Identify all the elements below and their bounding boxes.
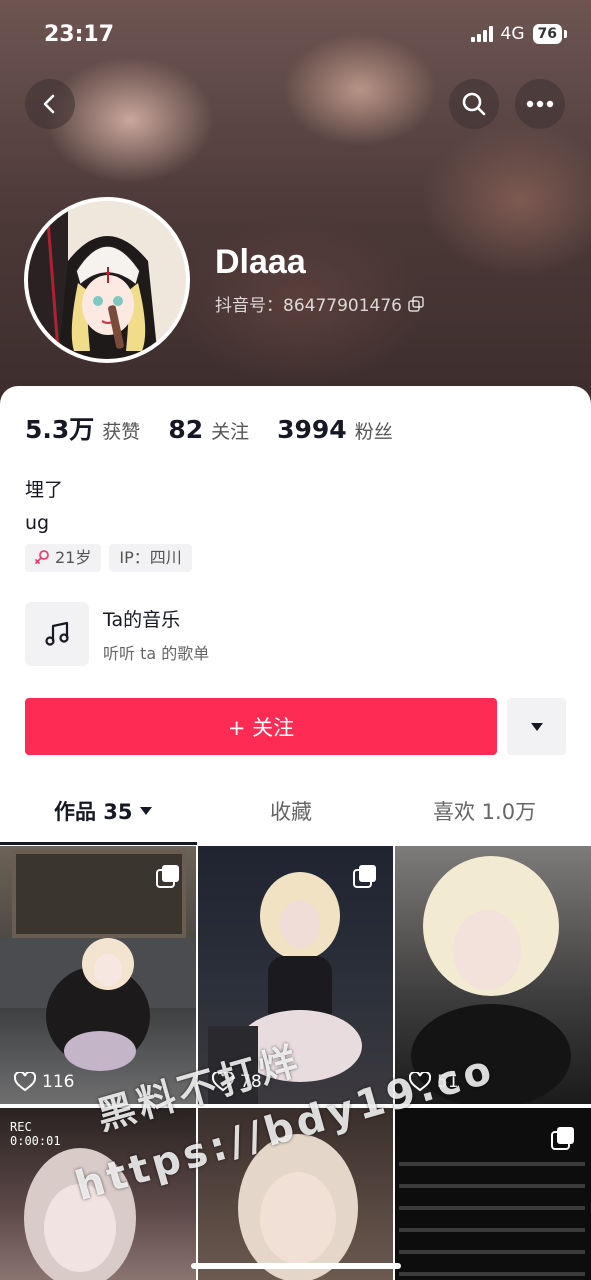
music-entry[interactable]: Ta的音乐 听听 ta 的歌单 bbox=[25, 602, 209, 666]
like-count: 116 bbox=[14, 1072, 74, 1092]
copy-icon[interactable] bbox=[408, 295, 424, 312]
chevron-left-icon bbox=[43, 94, 55, 114]
video-thumbnail[interactable] bbox=[198, 1108, 393, 1280]
content-tabs: 作品 35 收藏 喜欢 1.0万 bbox=[0, 788, 591, 845]
stat-value: 82 bbox=[168, 415, 204, 444]
battery-tip bbox=[564, 30, 567, 38]
search-button[interactable] bbox=[449, 79, 499, 129]
stat-following[interactable]: 82 关注 bbox=[168, 415, 249, 444]
tab-works[interactable]: 作品 35 bbox=[54, 796, 153, 826]
multi-photo-icon bbox=[353, 865, 376, 888]
video-thumbnail[interactable]: 78 bbox=[198, 846, 393, 1104]
music-title: Ta的音乐 bbox=[103, 608, 181, 631]
stat-label: 获赞 bbox=[102, 421, 141, 443]
battery-icon: 76 bbox=[532, 24, 562, 44]
douyin-id-row: 抖音号：86477901476 bbox=[215, 291, 424, 316]
stat-label: 关注 bbox=[211, 421, 250, 443]
tab-label: 喜欢 1.0万 bbox=[433, 800, 537, 824]
video-thumbnail[interactable]: 51 bbox=[395, 846, 591, 1104]
avatar[interactable] bbox=[24, 197, 190, 363]
stat-label: 粉丝 bbox=[354, 421, 393, 443]
tab-likes[interactable]: 喜欢 1.0万 bbox=[433, 796, 536, 826]
more-icon bbox=[526, 100, 554, 108]
music-text: Ta的音乐 听听 ta 的歌单 bbox=[103, 605, 209, 664]
caret-down-icon bbox=[530, 722, 543, 731]
stats-row: 5.3万 获赞 82 关注 3994 粉丝 bbox=[25, 410, 393, 446]
music-note-icon bbox=[45, 621, 69, 646]
signal-icon bbox=[470, 26, 493, 42]
ip-tag: IP：四川 bbox=[109, 544, 192, 572]
video-grid: 116 78 51 REC 0:00:01 bbox=[0, 846, 591, 1280]
multi-photo-icon bbox=[551, 1127, 574, 1150]
rec-label: REC bbox=[10, 1120, 32, 1134]
stat-value: 3994 bbox=[277, 415, 347, 444]
recommend-dropdown-button[interactable] bbox=[507, 698, 566, 755]
rec-time: 0:00:01 bbox=[10, 1134, 61, 1148]
back-button[interactable] bbox=[25, 79, 75, 129]
status-indicators: 4G 76 bbox=[470, 24, 567, 44]
video-thumbnail[interactable]: REC 0:00:01 bbox=[0, 1108, 196, 1280]
douyin-id: 抖音号：86477901476 bbox=[215, 296, 402, 316]
stat-value: 5.3万 bbox=[25, 415, 95, 444]
active-tab-indicator bbox=[0, 842, 197, 845]
like-count-value: 116 bbox=[42, 1072, 75, 1092]
home-indicator[interactable] bbox=[191, 1263, 401, 1269]
like-count-value: 78 bbox=[240, 1072, 262, 1092]
like-count: 78 bbox=[212, 1072, 262, 1092]
follow-button[interactable]: + 关注 bbox=[25, 698, 497, 755]
status-time: 23:17 bbox=[44, 22, 115, 47]
bio: 埋了 ug bbox=[25, 474, 63, 540]
age-tag: 21岁 bbox=[25, 544, 102, 572]
tab-label: 作品 35 bbox=[54, 800, 133, 824]
heart-icon bbox=[212, 1072, 234, 1092]
like-count-value: 51 bbox=[437, 1072, 459, 1092]
like-count: 51 bbox=[409, 1072, 459, 1092]
ip-label: IP：四川 bbox=[119, 548, 182, 567]
stat-likes[interactable]: 5.3万 获赞 bbox=[25, 410, 140, 446]
video-thumbnail[interactable] bbox=[395, 1108, 591, 1280]
avatar-illustration bbox=[28, 201, 186, 359]
music-icon-box bbox=[25, 602, 89, 666]
age-label: 21岁 bbox=[55, 548, 92, 567]
female-icon bbox=[35, 550, 49, 564]
bio-line: ug bbox=[25, 512, 50, 534]
video-thumbnail[interactable]: 116 bbox=[0, 846, 196, 1104]
thumbnail-art bbox=[411, 856, 571, 1104]
recording-indicator: REC 0:00:01 bbox=[10, 1120, 61, 1148]
profile-tags: 21岁 IP：四川 bbox=[25, 544, 192, 572]
multi-photo-icon bbox=[156, 865, 179, 888]
tab-favorites[interactable]: 收藏 bbox=[270, 796, 312, 826]
heart-icon bbox=[14, 1072, 36, 1092]
heart-icon bbox=[409, 1072, 431, 1092]
caret-down-icon bbox=[139, 807, 152, 815]
nickname: Dlaaa bbox=[215, 243, 306, 281]
more-button[interactable] bbox=[515, 79, 565, 129]
thumbnail-art bbox=[238, 1134, 358, 1280]
bio-line: 埋了 bbox=[25, 479, 64, 501]
stat-followers[interactable]: 3994 粉丝 bbox=[277, 415, 393, 444]
tab-label: 收藏 bbox=[270, 800, 312, 824]
music-subtitle: 听听 ta 的歌单 bbox=[103, 643, 210, 663]
status-bar: 23:17 4G 76 bbox=[0, 20, 591, 54]
search-icon bbox=[462, 92, 486, 116]
network-type: 4G bbox=[500, 24, 525, 44]
